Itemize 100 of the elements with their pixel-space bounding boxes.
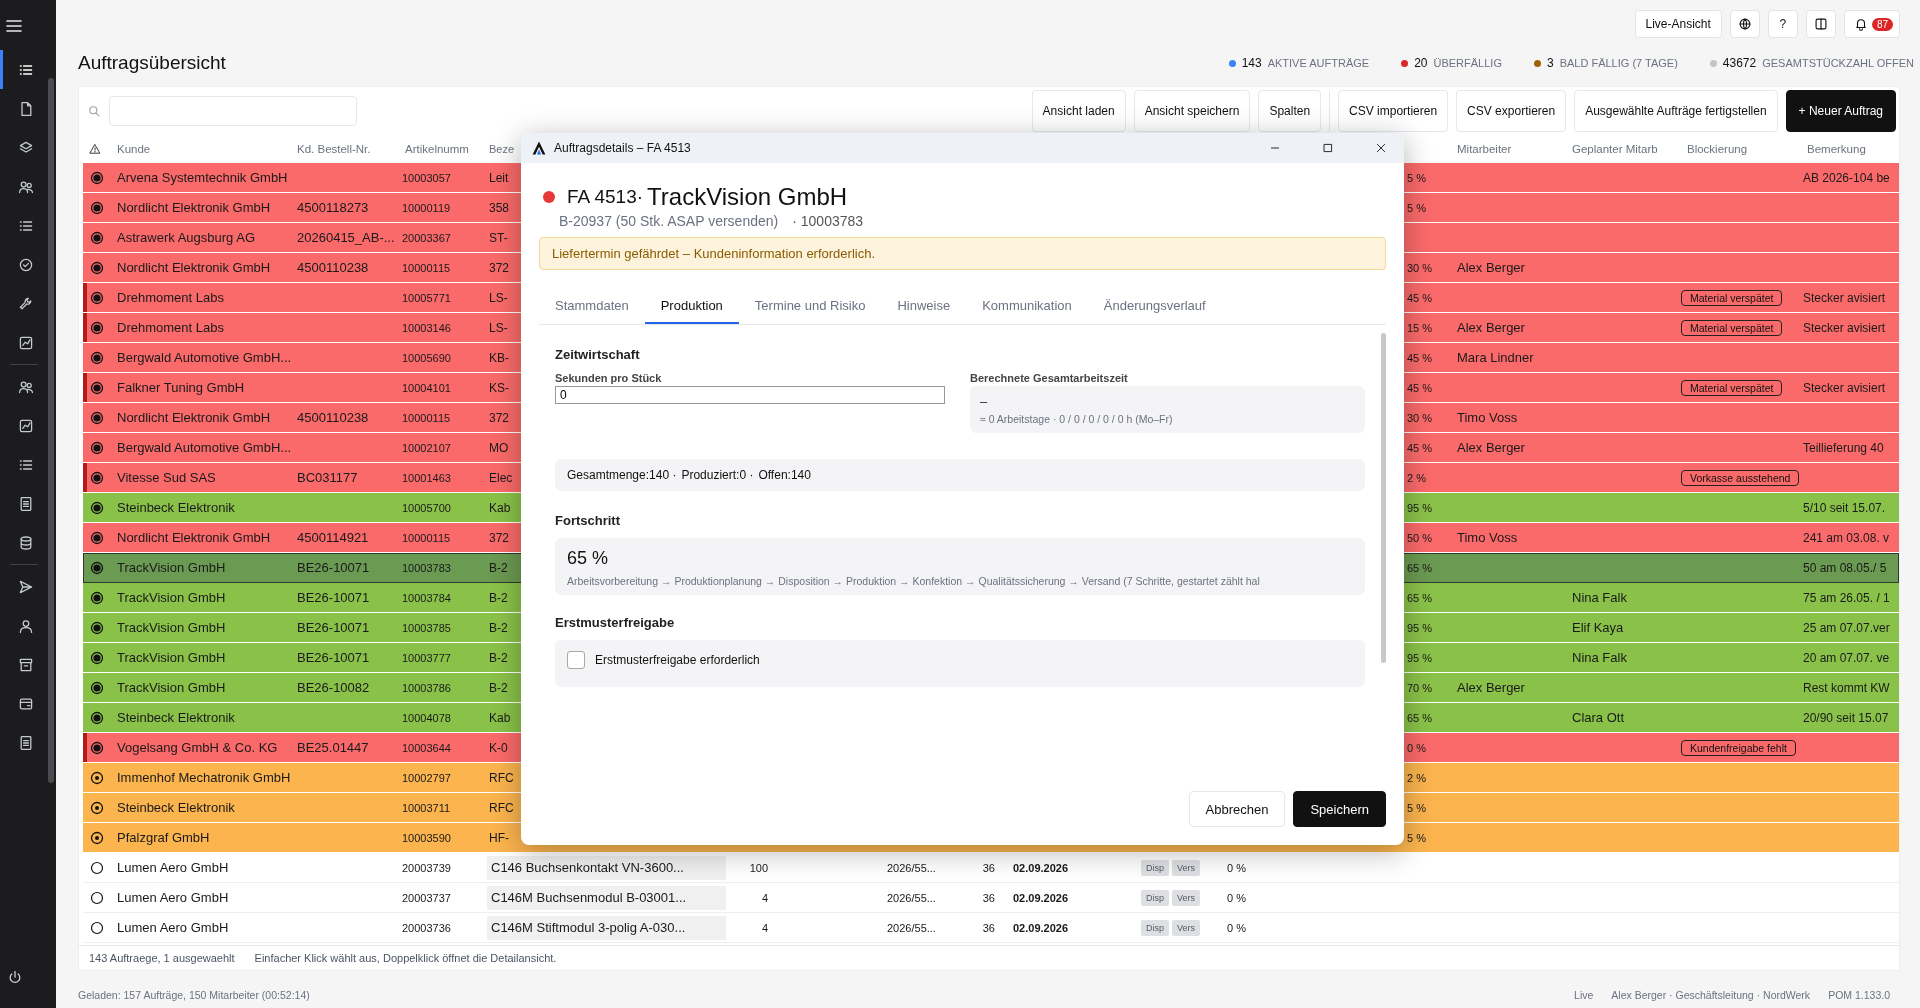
percent-cell-text: 30 % xyxy=(1406,261,1433,274)
customer-cell-text: TrackVision GmbH xyxy=(116,680,226,695)
percent-cell-text: 2 % xyxy=(1406,471,1426,484)
article-number-cell-text: 10004078 xyxy=(401,711,451,724)
order-number-cell-text: BE26-10071 xyxy=(296,590,370,605)
customer-cell-text: Vogelsang GmbH & Co. KG xyxy=(116,740,278,755)
customer-cell-text: Drehmoment Labs xyxy=(116,290,224,305)
order-number-cell-text: 4500110238 xyxy=(296,410,369,425)
remark-cell-text: AB 2026-104 be xyxy=(1802,170,1890,185)
percent-cell-text: 65 % xyxy=(1406,591,1433,604)
window-title: Auftragsdetails – FA 4513 xyxy=(554,141,691,155)
table-cell-text: 2026/55... xyxy=(886,921,936,934)
stat-value: 3 xyxy=(1546,56,1554,70)
percent-cell-text: 45 % xyxy=(1406,441,1433,454)
date-cell-text: 02.09.2026 xyxy=(1012,921,1069,934)
description-cell-text: LS- xyxy=(488,320,508,335)
blocking-tag: Kundenfreigabe fehlt xyxy=(1681,739,1796,756)
order-subtitle: B-20937 (50 Stk. ASAP versenden) xyxy=(559,213,779,229)
field-label: Berechnete Gesamtarbeitszeit xyxy=(970,372,1129,384)
article-number-cell-text: 10000115 xyxy=(401,411,451,424)
checkbox-label: Erstmusterfreigabe erforderlich xyxy=(595,653,760,667)
description-cell-text: 372 xyxy=(488,530,510,545)
percent-cell-text: 65 % xyxy=(1406,711,1433,724)
remark-cell-text: Stecker avisiert xyxy=(1802,380,1886,395)
customer-cell-text: Lumen Aero GmbH xyxy=(116,920,229,935)
remark-cell-text: 20/90 seit 15.07 xyxy=(1802,710,1889,725)
order-number-cell-text: 20260415_AB-... xyxy=(296,230,395,245)
progress-steps: Arbeitsvorbereitung → Produktionplanung → Disposition → Produktion → Konfektion → Qualitätssicherung → Versand (7 Schritte, gestartet zählt hal xyxy=(567,575,1353,587)
employee-cell-text: Alex Berger xyxy=(1456,680,1525,695)
table-cell-text: 2026/55... xyxy=(886,891,936,904)
blocking-tag: Material verspätet xyxy=(1681,289,1783,306)
percent-cell-text: 2 % xyxy=(1406,771,1426,784)
article-number-cell-text: 10004101 xyxy=(401,381,451,394)
date-cell-text: 02.09.2026 xyxy=(1012,861,1069,874)
customer-cell-text: Steinbeck Elektronik xyxy=(116,710,235,725)
percent-cell-text: 0 % xyxy=(1226,891,1246,904)
customer-cell-text: Nordlicht Elektronik GmbH xyxy=(116,530,271,545)
customer-cell-text: Bergwald Automotive GmbH... xyxy=(116,350,292,365)
customer-cell-text: Astrawerk Augsburg AG xyxy=(116,230,255,245)
article-number-cell-text: 10005700 xyxy=(401,501,451,514)
employee-cell-text: Nina Falk xyxy=(1571,590,1627,605)
progress-value: 65 % xyxy=(567,548,610,569)
remark-cell-text: 75 am 26.05. / 1 xyxy=(1802,590,1890,605)
employee-cell-text: Timo Voss xyxy=(1456,530,1518,545)
stat-label: ÜBERFÄLLIG xyxy=(1433,57,1502,69)
employee-cell-text: Alex Berger xyxy=(1456,440,1525,455)
article-number-cell-text: 10003777 xyxy=(401,651,451,664)
percent-cell-text: 70 % xyxy=(1406,681,1433,694)
description-cell-text: ST- xyxy=(488,230,508,245)
customer-cell-text: Nordlicht Elektronik GmbH xyxy=(116,260,271,275)
description-cell-text: B-2 xyxy=(488,560,508,575)
stat-value: 20 xyxy=(1414,56,1428,70)
percent-cell-text: 45 % xyxy=(1406,291,1433,304)
table-cell-text: 36 xyxy=(981,891,996,904)
description-cell-text: 372 xyxy=(488,410,510,425)
article-number-cell-text: 10000115 xyxy=(401,261,451,274)
order-number-cell-text: 4500110238 xyxy=(296,260,369,275)
percent-cell-text: 50 % xyxy=(1406,531,1433,544)
percent-cell-text: 45 % xyxy=(1406,381,1433,394)
percent-cell-text: 95 % xyxy=(1406,501,1433,514)
description-cell-text: 372 xyxy=(488,260,510,275)
percent-cell-text: 65 % xyxy=(1406,561,1433,574)
customer-name: TrackVision GmbH xyxy=(647,183,848,211)
order-number-cell-text: BE26-10082 xyxy=(296,680,370,695)
description-cell-text: Leit xyxy=(488,170,509,185)
customer-cell-text: Falkner Tuning GmbH xyxy=(116,380,245,395)
article-number-cell-text: 10000115 xyxy=(401,531,451,544)
stat-label: AKTIVE AUFTRÄGE xyxy=(1267,57,1370,69)
customer-cell-text: TrackVision GmbH xyxy=(116,590,226,605)
remark-cell-text: Stecker avisiert xyxy=(1802,290,1886,305)
article-number-cell-text: 10005690 xyxy=(401,351,451,364)
notification-badge: 87 xyxy=(1871,17,1893,31)
description-cell-text: B-2 xyxy=(488,620,508,635)
customer-cell-text: Steinbeck Elektronik xyxy=(116,500,235,515)
percent-cell-text: 15 % xyxy=(1406,321,1433,334)
percent-cell-text: 95 % xyxy=(1406,621,1433,634)
article-number-cell-text: 10003786 xyxy=(401,681,451,694)
percent-cell-text: 0 % xyxy=(1406,741,1426,754)
customer-cell-text: Pfalzgraf GmbH xyxy=(116,830,210,845)
article-number-cell-text: 10003784 xyxy=(401,591,451,604)
percent-cell-text: 95 % xyxy=(1406,651,1433,664)
description-cell-text: RFC xyxy=(488,800,514,815)
date-cell-text: 02.09.2026 xyxy=(1012,891,1069,904)
remark-cell-text: Teillieferung 40 xyxy=(1802,440,1884,455)
table-cell-text: 36 xyxy=(981,921,996,934)
description-cell-text: HF- xyxy=(488,830,509,845)
percent-cell-text: 30 % xyxy=(1406,411,1433,424)
customer-cell-text: Arvena Systemtechnik GmbH xyxy=(116,170,288,185)
description-cell-text: 358 xyxy=(488,200,510,215)
remark-cell-text: 50 am 08.05./ 5 xyxy=(1802,560,1887,575)
order-number-cell-text: 4500118273 xyxy=(296,200,369,215)
article-number-cell-text: 10003711 xyxy=(401,801,451,814)
stat-value: 143 xyxy=(1241,56,1262,70)
table-cell-text: 36 xyxy=(981,861,996,874)
employee-cell-text: Alex Berger xyxy=(1456,320,1525,335)
article-number-cell-text: 10003146 xyxy=(401,321,451,334)
blocking-tag: Material verspätet xyxy=(1681,379,1783,396)
stat-value: 43672 xyxy=(1722,56,1757,70)
result-value: – xyxy=(980,394,989,409)
employee-cell-text: Alex Berger xyxy=(1456,260,1525,275)
